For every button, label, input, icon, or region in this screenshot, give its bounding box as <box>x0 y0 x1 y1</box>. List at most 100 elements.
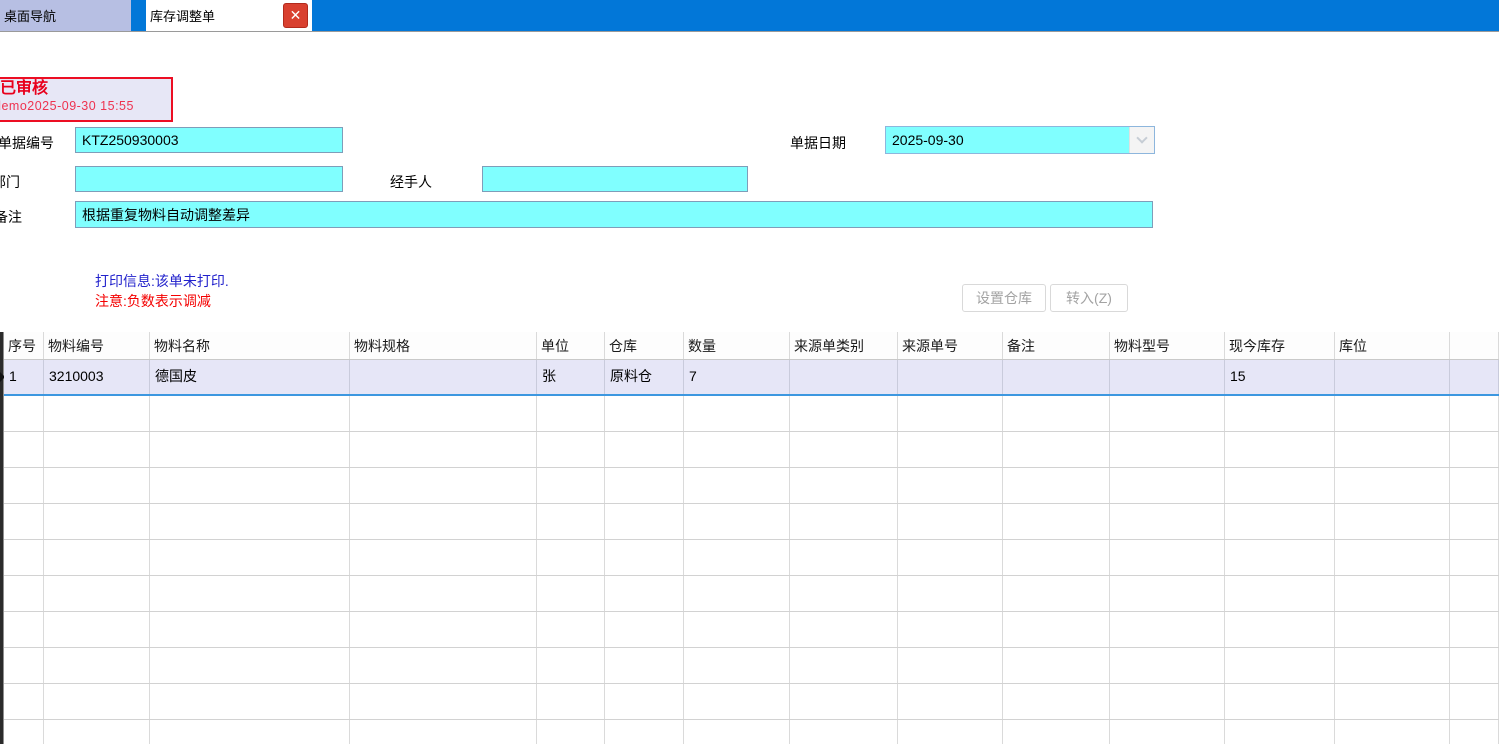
table-cell[interactable] <box>1335 648 1450 683</box>
table-cell[interactable] <box>1225 540 1335 575</box>
table-cell[interactable] <box>1450 396 1499 431</box>
table-cell[interactable] <box>1110 504 1225 539</box>
table-cell[interactable] <box>684 540 790 575</box>
table-header-cell[interactable]: 仓库 <box>605 332 684 359</box>
table-cell[interactable] <box>790 720 898 744</box>
table-cell[interactable] <box>537 432 605 467</box>
table-cell[interactable] <box>537 576 605 611</box>
table-cell[interactable] <box>1450 468 1499 503</box>
table-cell[interactable] <box>790 648 898 683</box>
table-header-cell[interactable]: 物料编号 <box>44 332 150 359</box>
table-cell[interactable] <box>898 720 1003 744</box>
transfer-in-button[interactable]: 转入(Z) <box>1050 284 1128 312</box>
table-row[interactable] <box>4 396 1499 432</box>
table-cell[interactable] <box>1335 576 1450 611</box>
table-cell[interactable] <box>1110 396 1225 431</box>
table-cell[interactable] <box>1450 576 1499 611</box>
table-cell[interactable] <box>44 576 150 611</box>
table-row[interactable] <box>4 720 1499 744</box>
table-cell[interactable] <box>684 468 790 503</box>
table-header-cell[interactable]: 库位 <box>1335 332 1450 359</box>
table-cell[interactable]: 7 <box>684 360 790 394</box>
table-cell[interactable] <box>1450 360 1499 394</box>
table-cell[interactable] <box>44 432 150 467</box>
table-cell[interactable] <box>898 540 1003 575</box>
table-cell[interactable] <box>898 432 1003 467</box>
table-cell[interactable] <box>1003 432 1110 467</box>
table-cell[interactable] <box>350 576 537 611</box>
table-cell[interactable] <box>1335 504 1450 539</box>
table-cell[interactable] <box>537 504 605 539</box>
handler-field[interactable] <box>482 166 748 192</box>
table-cell[interactable] <box>1450 684 1499 719</box>
table-cell[interactable] <box>1225 468 1335 503</box>
table-cell[interactable] <box>150 396 350 431</box>
table-cell[interactable] <box>898 576 1003 611</box>
table-cell[interactable] <box>4 540 44 575</box>
table-cell[interactable] <box>605 576 684 611</box>
table-header-cell[interactable]: 现今库存 <box>1225 332 1335 359</box>
table-cell[interactable] <box>1003 540 1110 575</box>
doc-number-field[interactable]: KTZ250930003 <box>75 127 343 153</box>
table-cell[interactable] <box>4 648 44 683</box>
table-cell[interactable] <box>350 432 537 467</box>
table-row[interactable] <box>4 504 1499 540</box>
table-cell[interactable] <box>1110 360 1225 394</box>
table-cell[interactable] <box>150 576 350 611</box>
table-cell[interactable] <box>537 612 605 647</box>
table-cell[interactable] <box>790 432 898 467</box>
table-cell[interactable] <box>150 648 350 683</box>
table-cell[interactable] <box>898 396 1003 431</box>
department-field[interactable] <box>75 166 343 192</box>
table-cell[interactable] <box>150 504 350 539</box>
table-cell[interactable] <box>1225 612 1335 647</box>
table-cell[interactable] <box>605 648 684 683</box>
table-cell[interactable] <box>1450 504 1499 539</box>
table-cell[interactable] <box>1335 468 1450 503</box>
table-cell[interactable] <box>1225 504 1335 539</box>
table-cell[interactable] <box>1225 648 1335 683</box>
table-cell[interactable] <box>1335 540 1450 575</box>
table-cell[interactable] <box>1003 612 1110 647</box>
table-cell[interactable] <box>1110 684 1225 719</box>
table-cell[interactable] <box>1003 720 1110 744</box>
table-cell[interactable] <box>790 468 898 503</box>
table-cell[interactable] <box>537 396 605 431</box>
table-cell[interactable] <box>537 648 605 683</box>
table-cell[interactable] <box>790 612 898 647</box>
table-cell[interactable] <box>1003 576 1110 611</box>
table-row[interactable] <box>4 576 1499 612</box>
table-cell[interactable] <box>684 576 790 611</box>
table-cell[interactable] <box>790 576 898 611</box>
table-cell[interactable] <box>898 684 1003 719</box>
table-cell[interactable] <box>4 396 44 431</box>
table-cell[interactable] <box>605 468 684 503</box>
table-cell[interactable] <box>4 432 44 467</box>
table-header-cell[interactable] <box>1450 332 1499 359</box>
table-cell[interactable] <box>1110 612 1225 647</box>
table-cell[interactable] <box>4 684 44 719</box>
table-header-cell[interactable]: 备注 <box>1003 332 1110 359</box>
table-row[interactable] <box>4 468 1499 504</box>
table-cell[interactable] <box>605 504 684 539</box>
table-cell[interactable] <box>605 684 684 719</box>
table-cell[interactable] <box>1225 720 1335 744</box>
table-cell[interactable] <box>350 612 537 647</box>
table-cell[interactable] <box>537 468 605 503</box>
table-cell[interactable]: 张 <box>537 360 605 394</box>
table-cell[interactable] <box>1003 648 1110 683</box>
table-cell[interactable] <box>1450 612 1499 647</box>
table-cell[interactable] <box>790 360 898 394</box>
table-cell[interactable] <box>1450 720 1499 744</box>
close-icon[interactable]: ✕ <box>283 3 308 28</box>
table-cell[interactable] <box>44 540 150 575</box>
table-cell[interactable] <box>4 612 44 647</box>
table-row[interactable] <box>4 684 1499 720</box>
table-cell[interactable] <box>684 396 790 431</box>
table-cell[interactable] <box>1110 720 1225 744</box>
table-cell[interactable]: 15 <box>1225 360 1335 394</box>
table-cell[interactable] <box>1450 648 1499 683</box>
table-cell[interactable] <box>684 648 790 683</box>
table-cell[interactable] <box>350 396 537 431</box>
table-cell[interactable] <box>44 720 150 744</box>
